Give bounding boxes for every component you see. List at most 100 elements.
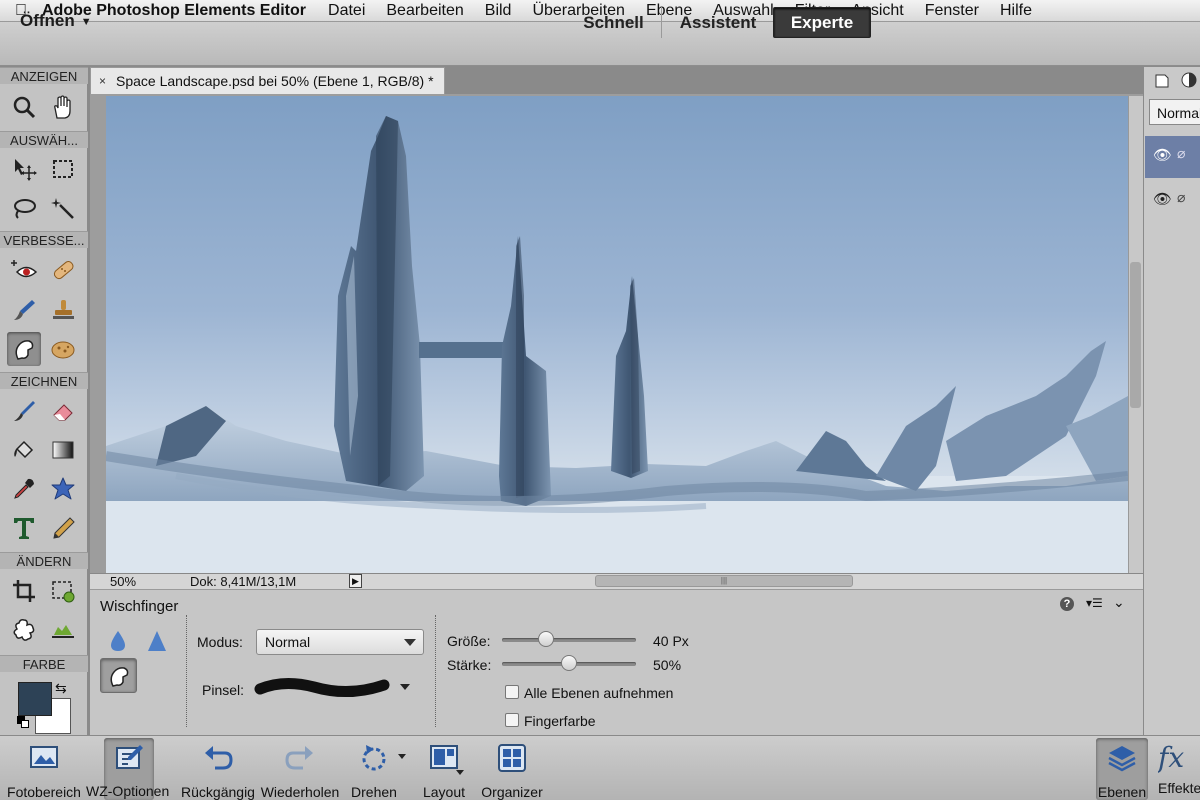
move-icon bbox=[15, 159, 37, 181]
tab-schnell[interactable]: Schnell bbox=[566, 7, 662, 38]
zoom-tool[interactable] bbox=[7, 90, 41, 124]
layers-button[interactable]: Ebenen bbox=[1096, 738, 1148, 800]
help-icon[interactable]: ? bbox=[1060, 597, 1074, 611]
gradient-icon bbox=[52, 441, 74, 459]
strength-slider-knob[interactable] bbox=[561, 655, 577, 671]
lasso-tool[interactable] bbox=[7, 191, 41, 225]
red-eye-tool[interactable] bbox=[7, 253, 41, 287]
blend-mode-dropdown[interactable]: Normal bbox=[1149, 99, 1200, 125]
eye-icon[interactable]: 👁 bbox=[1153, 146, 1172, 164]
menu-fenster[interactable]: Fenster bbox=[925, 2, 979, 20]
brush-preset-picker[interactable] bbox=[254, 673, 394, 710]
organizer-button[interactable]: Organizer bbox=[476, 738, 548, 800]
section-zeichnen: ZEICHNEN bbox=[0, 372, 88, 389]
layer-row-selected[interactable]: 👁 ⌀ bbox=[1145, 136, 1200, 178]
fx-icon: fx bbox=[1158, 741, 1185, 774]
redo-label: Wiederholen bbox=[260, 784, 340, 800]
sharpen-tool-option[interactable] bbox=[146, 629, 168, 658]
menu-bild[interactable]: Bild bbox=[485, 2, 512, 20]
rotate-button[interactable]: Drehen bbox=[346, 738, 402, 800]
redo-button[interactable]: Wiederholen bbox=[260, 738, 340, 800]
gradient-tool[interactable] bbox=[46, 433, 80, 467]
layer-row[interactable]: 👁 ⌀ bbox=[1145, 180, 1200, 222]
crop-icon bbox=[13, 580, 35, 602]
photo-bin-button[interactable]: Fotobereich bbox=[2, 738, 86, 800]
horizontal-scroll-thumb[interactable]: ||| bbox=[595, 575, 853, 587]
default-colors-icon[interactable] bbox=[17, 716, 29, 728]
type-tool[interactable] bbox=[7, 511, 41, 545]
paint-bucket-tool[interactable] bbox=[7, 433, 41, 467]
shape-icon bbox=[51, 477, 75, 500]
new-layer-icon[interactable] bbox=[1153, 71, 1171, 94]
lasso-icon bbox=[14, 199, 36, 219]
collapse-chevron-icon[interactable]: ⌄ bbox=[1113, 594, 1125, 611]
hand-tool[interactable] bbox=[46, 90, 80, 124]
move-tool[interactable] bbox=[7, 152, 41, 186]
recompose-tool[interactable] bbox=[46, 574, 80, 608]
brush-dropdown-arrow-icon[interactable] bbox=[400, 684, 410, 690]
menu-datei[interactable]: Datei bbox=[328, 2, 365, 20]
layout-dropdown-icon[interactable] bbox=[456, 770, 464, 775]
size-slider-track[interactable] bbox=[502, 638, 636, 642]
smart-brush-tool[interactable] bbox=[7, 293, 41, 327]
finger-paint-checkbox[interactable] bbox=[505, 713, 519, 727]
smudge-tool[interactable] bbox=[7, 332, 41, 366]
options-menu-icon[interactable]: ▾☰ bbox=[1086, 596, 1103, 610]
spot-healing-tool[interactable] bbox=[46, 253, 80, 287]
strength-label: Stärke: bbox=[447, 657, 492, 673]
menu-hilfe[interactable]: Hilfe bbox=[1000, 2, 1032, 20]
tool-options-label: WZ-Optionen bbox=[86, 783, 170, 799]
foreground-color-swatch[interactable] bbox=[18, 682, 52, 716]
layout-button[interactable]: Layout bbox=[416, 738, 472, 800]
eyedropper-tool[interactable] bbox=[7, 472, 41, 506]
sponge-icon bbox=[51, 341, 75, 359]
magic-wand-tool[interactable] bbox=[46, 191, 80, 225]
vertical-scroll-thumb[interactable] bbox=[1130, 262, 1141, 408]
eye-icon[interactable]: 👁 bbox=[1153, 190, 1172, 208]
paint-bucket-icon bbox=[14, 440, 34, 459]
open-label: Öffnen bbox=[20, 11, 75, 30]
rotate-dropdown-icon[interactable] bbox=[398, 754, 406, 759]
tab-assistent[interactable]: Assistent bbox=[664, 7, 772, 38]
all-layers-checkbox[interactable] bbox=[505, 685, 519, 699]
tab-experte[interactable]: Experte bbox=[773, 7, 871, 38]
adjustment-layer-icon[interactable] bbox=[1180, 71, 1198, 94]
recompose-icon bbox=[52, 581, 75, 603]
brush-tool[interactable] bbox=[7, 394, 41, 428]
blur-tool-option[interactable] bbox=[107, 629, 129, 658]
straighten-icon bbox=[52, 625, 74, 638]
marquee-tool[interactable] bbox=[46, 152, 80, 186]
all-layers-label: Alle Ebenen aufnehmen bbox=[524, 685, 674, 701]
clone-stamp-tool[interactable] bbox=[46, 293, 80, 327]
sponge-tool[interactable] bbox=[46, 332, 80, 366]
crop-tool[interactable] bbox=[7, 574, 41, 608]
options-divider bbox=[435, 615, 436, 727]
image-canvas[interactable] bbox=[106, 96, 1128, 573]
document-tab[interactable]: × Space Landscape.psd bei 50% (Ebene 1, … bbox=[90, 67, 445, 94]
mode-dropdown[interactable]: Normal bbox=[256, 629, 424, 655]
straighten-tool[interactable] bbox=[46, 613, 80, 647]
close-tab-icon[interactable]: × bbox=[99, 74, 106, 88]
eraser-tool[interactable] bbox=[46, 394, 80, 428]
undo-button[interactable]: Rückgängig bbox=[178, 738, 258, 800]
effects-button[interactable]: fx Effekte bbox=[1158, 738, 1200, 800]
tool-options-icon bbox=[116, 745, 143, 769]
pencil-tool[interactable] bbox=[46, 511, 80, 545]
link-icon[interactable]: ⌀ bbox=[1177, 189, 1185, 206]
finger-paint-label: Fingerfarbe bbox=[524, 713, 596, 729]
status-menu-arrow-icon[interactable]: ▶ bbox=[349, 574, 362, 588]
magnifier-icon bbox=[13, 96, 36, 119]
cookie-cutter-tool[interactable] bbox=[7, 613, 41, 647]
bandage-icon bbox=[53, 261, 74, 280]
space-landscape-painting bbox=[106, 116, 1128, 573]
swap-colors-icon[interactable]: ⇆ bbox=[55, 680, 67, 697]
open-button[interactable]: Öffnen ▼ bbox=[20, 11, 92, 31]
custom-shape-tool[interactable] bbox=[46, 472, 80, 506]
rotate-icon bbox=[362, 745, 386, 771]
menu-bearbeiten[interactable]: Bearbeiten bbox=[386, 2, 463, 20]
smudge-tool-option[interactable] bbox=[100, 658, 137, 693]
link-icon[interactable]: ⌀ bbox=[1177, 145, 1185, 162]
pencil-icon bbox=[53, 517, 75, 539]
zoom-level[interactable]: 50% bbox=[110, 574, 160, 589]
section-farbe: FARBE bbox=[0, 655, 88, 672]
